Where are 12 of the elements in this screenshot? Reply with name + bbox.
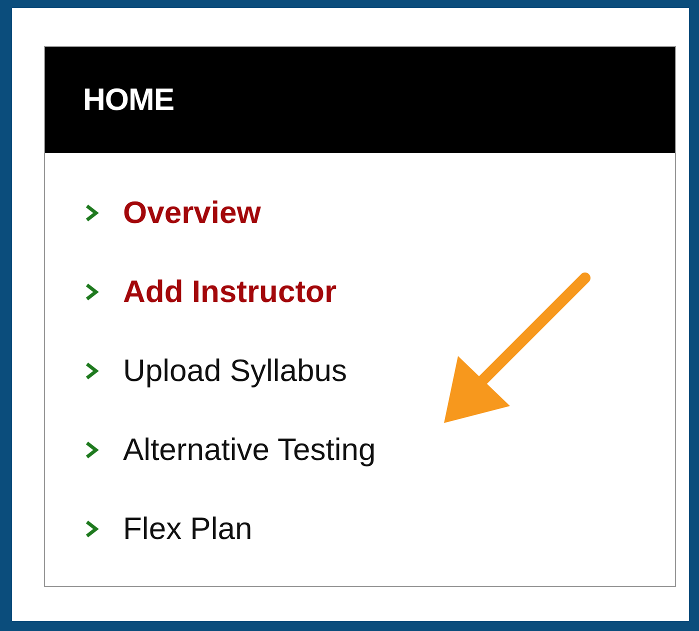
menu-link[interactable]: Alternative Testing (123, 432, 376, 468)
menu-link[interactable]: Flex Plan (123, 510, 252, 546)
menu-link[interactable]: Overview (123, 194, 261, 230)
chevron-icon (83, 440, 101, 460)
menu-link[interactable]: Add Instructor (123, 274, 337, 310)
chevron-icon (83, 360, 101, 380)
chevron-icon (83, 202, 101, 222)
menu-link[interactable]: Upload Syllabus (123, 352, 348, 388)
chevron-icon (83, 518, 101, 538)
menu-title: HOME (83, 82, 174, 118)
chevron-icon (83, 282, 101, 302)
arrow-icon (444, 272, 590, 423)
